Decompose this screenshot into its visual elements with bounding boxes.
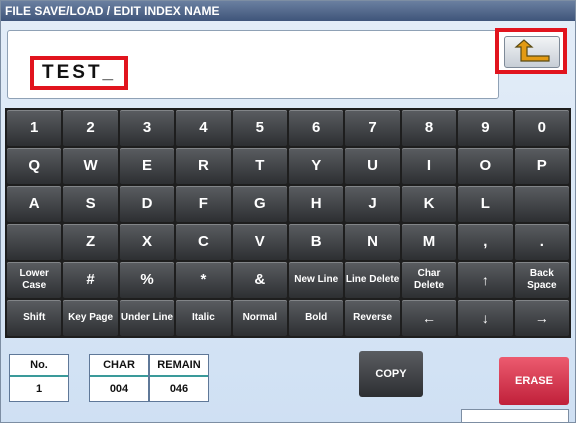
- back-button[interactable]: [495, 28, 567, 74]
- key-key-page[interactable]: Key Page: [63, 300, 118, 336]
- counter-no-value: 1: [35, 383, 43, 395]
- key-sym-4-2[interactable]: %: [119, 262, 175, 298]
- counter-char: CHAR 004: [89, 354, 149, 402]
- counter-remain-label: REMAIN: [150, 355, 208, 377]
- key-under-line[interactable]: Under Line: [119, 300, 175, 336]
- counter-remain-value: 046: [169, 383, 189, 395]
- key-5[interactable]: 5: [232, 110, 287, 146]
- key-6[interactable]: 6: [289, 110, 344, 146]
- copy-button[interactable]: COPY: [359, 351, 423, 397]
- key-sym-4-3[interactable]: *: [176, 262, 231, 298]
- key-sym-5-8[interactable]: ↓: [458, 300, 513, 336]
- key-line-delete[interactable]: Line Delete: [345, 262, 400, 298]
- key-s[interactable]: S: [63, 186, 118, 222]
- key-sym-4-1[interactable]: #: [63, 262, 118, 298]
- key-sym-3-8[interactable]: ,: [458, 224, 513, 260]
- key-y[interactable]: Y: [289, 148, 344, 184]
- key-j[interactable]: J: [345, 186, 400, 222]
- key-sym-5-9[interactable]: →: [514, 300, 569, 336]
- counter-no-label: No.: [10, 355, 68, 377]
- key-r[interactable]: R: [176, 148, 231, 184]
- key-z[interactable]: Z: [63, 224, 118, 260]
- key-9[interactable]: 9: [458, 110, 513, 146]
- counter-char-value: 004: [109, 383, 129, 395]
- on-screen-keyboard: 1 2 3 4 5 6 7 8 9 0 Q W E R T Y U I O P A S D F G H J K L Z X C V B N M,. Lo…: [5, 108, 571, 338]
- index-name-field[interactable]: TEST_: [30, 56, 129, 90]
- key-shift[interactable]: Shift: [7, 300, 62, 336]
- key-3[interactable]: 3: [119, 110, 175, 146]
- key-blank-2-9[interactable]: [514, 186, 569, 222]
- key-0[interactable]: 0: [514, 110, 569, 146]
- key-char-delete[interactable]: Char Delete: [401, 262, 457, 298]
- key-blank-3-0[interactable]: [7, 224, 62, 260]
- key-l[interactable]: L: [458, 186, 513, 222]
- back-button-face[interactable]: [504, 36, 560, 68]
- key-v[interactable]: V: [232, 224, 287, 260]
- counter-remain: REMAIN 046: [149, 354, 209, 402]
- key-sym-4-8[interactable]: ↑: [458, 262, 513, 298]
- entry-display[interactable]: TEST_: [7, 30, 499, 99]
- key-reverse[interactable]: Reverse: [345, 300, 400, 336]
- key-1[interactable]: 1: [7, 110, 62, 146]
- app-window: FILE SAVE/LOAD / EDIT INDEX NAME TEST_ 1…: [0, 0, 576, 423]
- key-p[interactable]: P: [514, 148, 569, 184]
- key-u[interactable]: U: [345, 148, 400, 184]
- key-italic[interactable]: Italic: [176, 300, 231, 336]
- key-k[interactable]: K: [401, 186, 457, 222]
- key-normal[interactable]: Normal: [232, 300, 287, 336]
- key-sym-4-4[interactable]: &: [232, 262, 287, 298]
- key-g[interactable]: G: [232, 186, 287, 222]
- key-c[interactable]: C: [176, 224, 231, 260]
- key-lower-case[interactable]: Lower Case: [7, 262, 62, 298]
- key-8[interactable]: 8: [401, 110, 457, 146]
- key-7[interactable]: 7: [345, 110, 400, 146]
- main-panel: TEST_ 1234567890QWERTYUIOPASDFGHJKLZXCVB…: [1, 21, 575, 422]
- key-a[interactable]: A: [7, 186, 62, 222]
- erase-button[interactable]: ERASE: [499, 357, 569, 405]
- key-h[interactable]: H: [289, 186, 344, 222]
- key-x[interactable]: X: [119, 224, 175, 260]
- key-d[interactable]: D: [119, 186, 175, 222]
- key-f[interactable]: F: [176, 186, 231, 222]
- counter-no: No. 1: [9, 354, 69, 402]
- key-q[interactable]: Q: [7, 148, 62, 184]
- key-b[interactable]: B: [289, 224, 344, 260]
- key-bold[interactable]: Bold: [289, 300, 344, 336]
- key-2[interactable]: 2: [63, 110, 118, 146]
- return-arrow-icon: [514, 39, 550, 62]
- key-t[interactable]: T: [232, 148, 287, 184]
- key-sym-3-9[interactable]: .: [514, 224, 569, 260]
- key-e[interactable]: E: [119, 148, 175, 184]
- title-bar: FILE SAVE/LOAD / EDIT INDEX NAME: [1, 1, 575, 21]
- key-back-space[interactable]: Back Space: [514, 262, 569, 298]
- key-new-line[interactable]: New Line: [289, 262, 344, 298]
- key-w[interactable]: W: [63, 148, 118, 184]
- key-i[interactable]: I: [401, 148, 457, 184]
- key-4[interactable]: 4: [176, 110, 231, 146]
- counter-char-label: CHAR: [90, 355, 148, 377]
- key-sym-5-7[interactable]: ←: [401, 300, 457, 336]
- key-o[interactable]: O: [458, 148, 513, 184]
- status-field: [461, 409, 569, 422]
- key-m[interactable]: M: [401, 224, 457, 260]
- key-n[interactable]: N: [345, 224, 400, 260]
